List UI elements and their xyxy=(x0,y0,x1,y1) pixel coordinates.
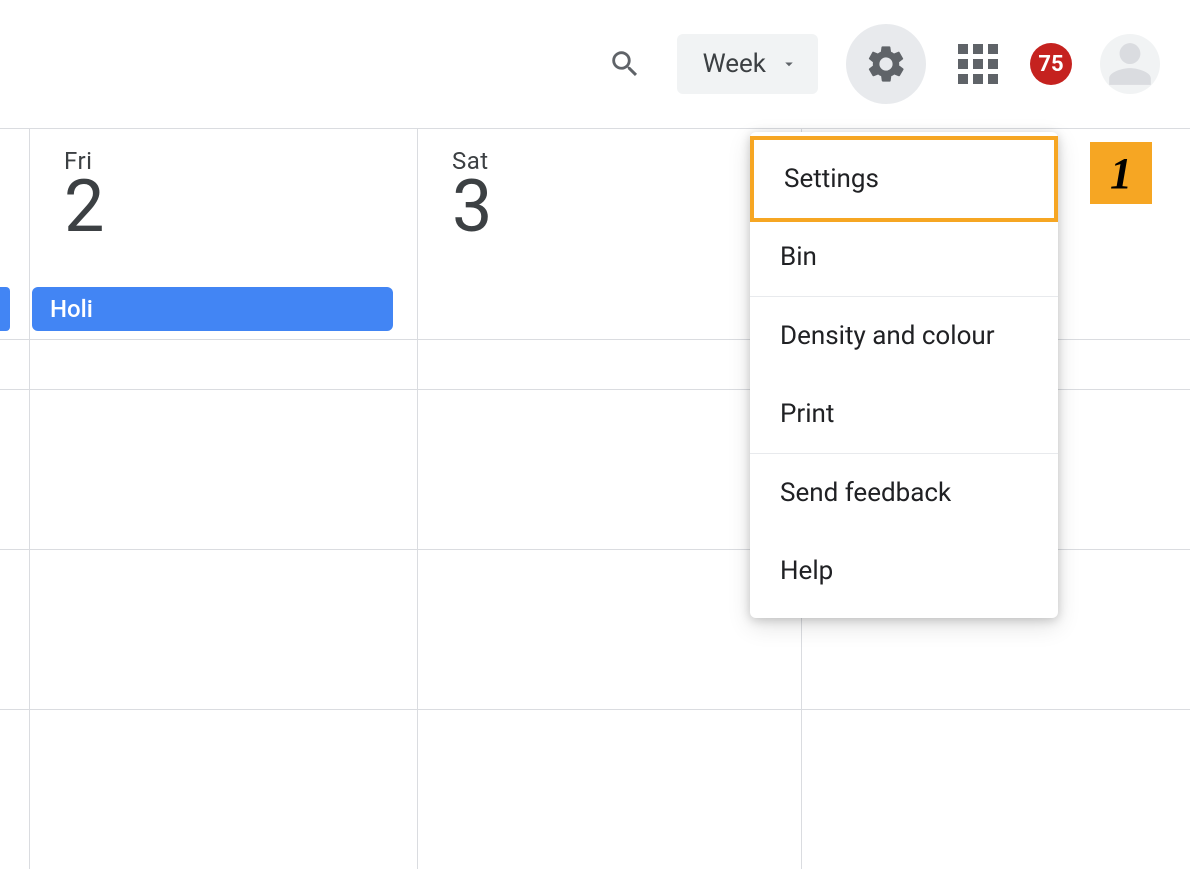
notifications-badge[interactable]: 75 xyxy=(1030,43,1072,85)
apps-icon xyxy=(958,44,998,84)
settings-button[interactable] xyxy=(846,24,926,104)
apps-button[interactable] xyxy=(954,40,1002,88)
settings-menu: Settings Bin Density and colour Print Se… xyxy=(750,132,1058,618)
account-avatar[interactable] xyxy=(1100,34,1160,94)
view-selector[interactable]: Week xyxy=(677,34,818,94)
event-holi[interactable]: Holi xyxy=(32,287,393,331)
toolbar: Week 75 xyxy=(0,0,1190,128)
time-row[interactable] xyxy=(0,709,1190,869)
gear-icon xyxy=(864,42,908,86)
event-edge-thu[interactable] xyxy=(0,287,10,331)
day-column-thu[interactable] xyxy=(0,129,30,339)
menu-item-bin[interactable]: Bin xyxy=(750,218,1058,296)
avatar-icon xyxy=(1105,39,1155,89)
annotation-number: 1 xyxy=(1110,148,1132,199)
search-icon xyxy=(608,47,642,81)
menu-item-density[interactable]: Density and colour xyxy=(750,297,1058,375)
day-number-fri: 2 xyxy=(64,171,387,243)
view-label: Week xyxy=(703,49,766,79)
day-column-fri[interactable]: Fri 2 Holi xyxy=(30,129,418,339)
menu-item-help[interactable]: Help xyxy=(750,532,1058,610)
menu-item-feedback[interactable]: Send feedback xyxy=(750,454,1058,532)
chevron-down-icon xyxy=(780,55,798,73)
notification-count: 75 xyxy=(1038,52,1063,77)
event-title: Holi xyxy=(50,295,93,323)
annotation-step-1: 1 xyxy=(1090,142,1152,204)
menu-item-settings[interactable]: Settings xyxy=(750,136,1058,222)
menu-item-print[interactable]: Print xyxy=(750,375,1058,453)
search-button[interactable] xyxy=(601,40,649,88)
day-column-sat[interactable]: Sat 3 xyxy=(418,129,802,339)
day-number-sat: 3 xyxy=(452,171,771,243)
